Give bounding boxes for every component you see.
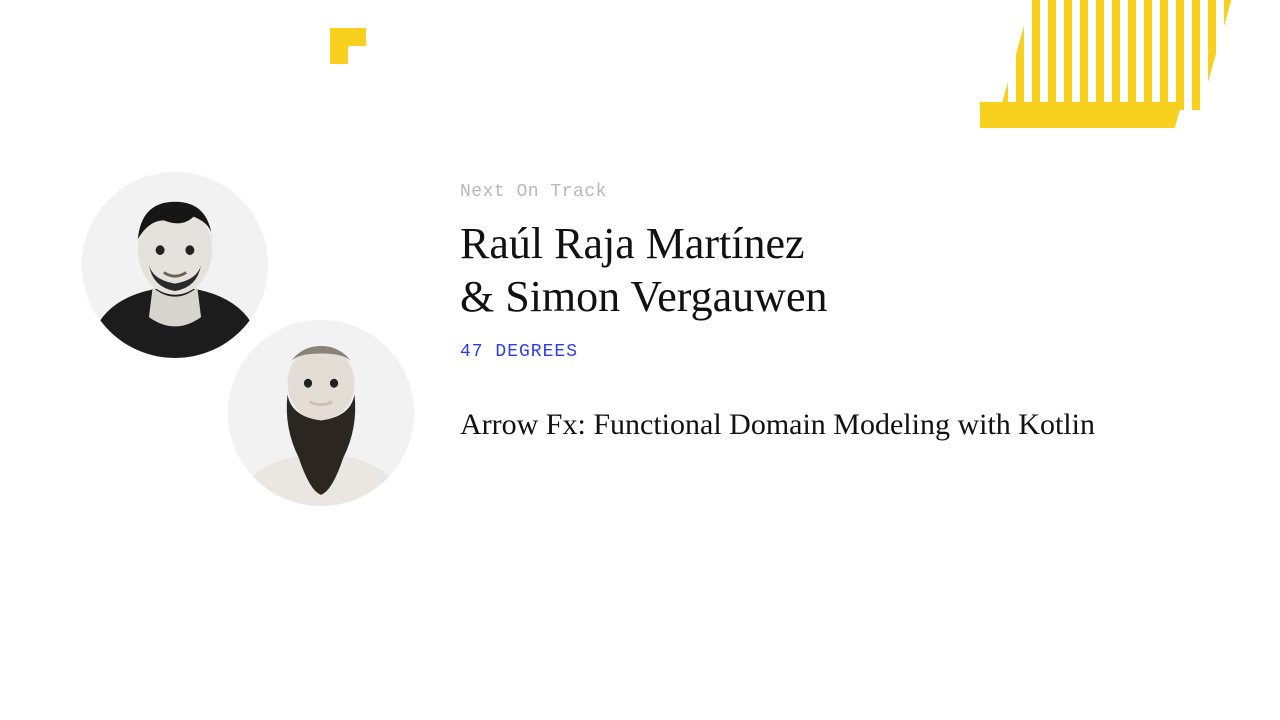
company-label: 47 DEGREES xyxy=(460,342,1180,362)
decor-corner xyxy=(330,28,366,64)
speaker-line-1: Raúl Raja Martínez xyxy=(460,218,1180,271)
eyebrow-label: Next On Track xyxy=(460,182,1180,202)
speaker-avatars xyxy=(82,172,422,532)
speaker-line-2: & Simon Vergauwen xyxy=(460,271,1180,324)
avatar-speaker-1 xyxy=(82,172,268,358)
decor-stripes xyxy=(980,0,1240,160)
talk-info: Next On Track Raúl Raja Martínez & Simon… xyxy=(460,182,1180,447)
talk-title: Arrow Fx: Functional Domain Modeling wit… xyxy=(460,402,1180,447)
speaker-names: Raúl Raja Martínez & Simon Vergauwen xyxy=(460,218,1180,324)
avatar-speaker-2 xyxy=(228,320,414,506)
